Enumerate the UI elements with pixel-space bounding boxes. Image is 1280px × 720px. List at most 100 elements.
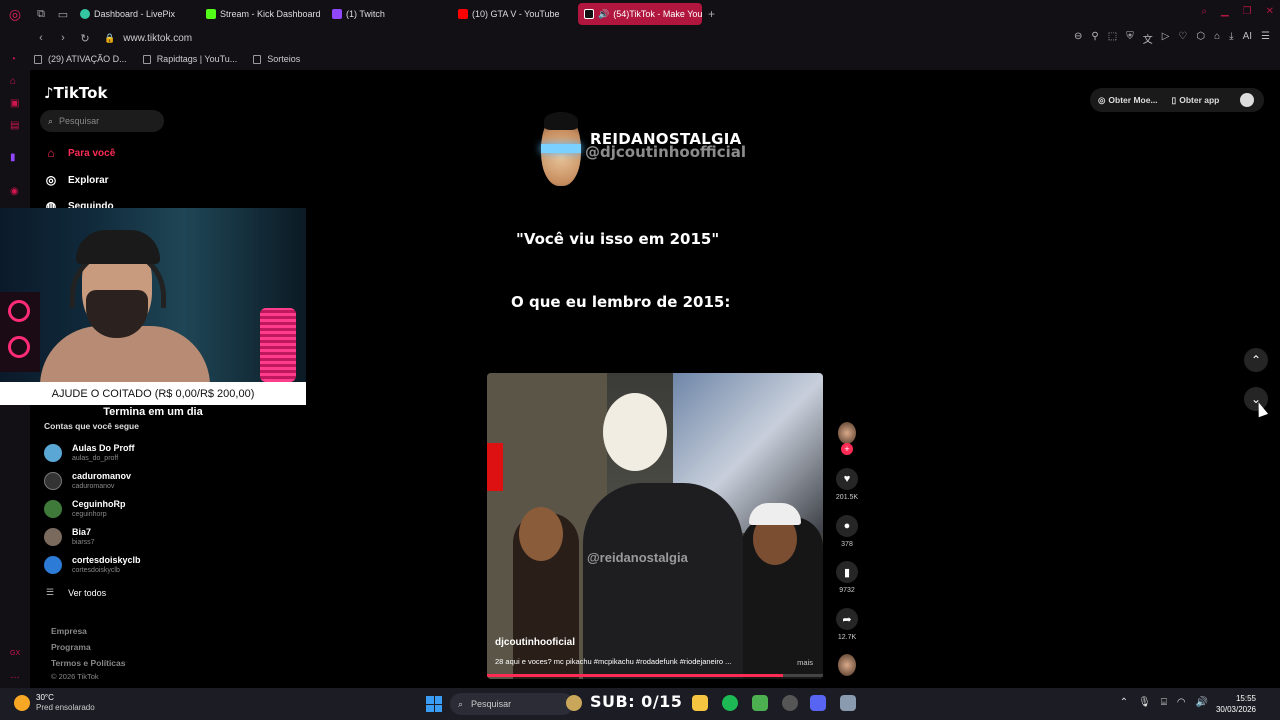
gx-control-icon[interactable]: ◔ [10,54,21,65]
tab-youtube[interactable]: (10) GTA V - YouTube [452,3,576,25]
maximize-icon[interactable]: ❐ [1243,6,1252,17]
url-field[interactable]: www.tiktok.com [123,33,192,44]
gx-corner-icon[interactable]: ⌂ [10,76,21,87]
clock[interactable]: 15:55 30/03/2026 [1216,693,1256,715]
play-icon[interactable]: ▷ [1162,31,1170,46]
search-input[interactable]: ⌕ Pesquisar [40,110,164,132]
followed-account[interactable]: CeguinhoRp ceguinhorp [44,499,126,519]
previous-video-button[interactable]: ⌃ [1244,348,1268,372]
bookmark-item[interactable]: (29) ATIVAÇÃO D... [34,54,127,64]
messenger-icon[interactable]: ▣ [10,98,21,109]
pin-icon[interactable]: ⚲ [1091,31,1098,46]
get-coins-button[interactable]: ◎ Obter Moe... [1098,95,1158,106]
more-icon[interactable]: … [10,670,21,681]
menu-icon[interactable]: ☰ [1261,31,1270,46]
lock-icon[interactable]: 🔒 [104,33,115,44]
search-icon: ⌕ [48,115,54,126]
footer-link[interactable]: Termos e Políticas [51,658,125,668]
video-player[interactable]: @reidanostalgia djcoutinhooficial 28 aqu… [487,373,823,679]
followed-account[interactable]: caduromanov caduromanov [44,471,131,491]
weather-widget[interactable]: 30°C Pred ensolarado [14,693,95,713]
obs-icon[interactable] [782,695,798,711]
tab-twitch[interactable]: (1) Twitch [326,3,450,25]
right-person-cap [749,503,801,525]
bag-icon[interactable]: ⌂ [1214,31,1220,46]
chevron-up-icon[interactable]: ⌃ [1120,697,1128,708]
download-icon[interactable]: ⤓ [1229,31,1233,46]
ai-button[interactable]: AI [1243,31,1252,46]
network-icon[interactable]: ⌸ [1161,697,1167,708]
account-handle: aulas_do_proff [72,455,119,462]
workspace-icon[interactable]: ▭ [52,0,74,28]
bookmark-item[interactable]: Sorteios [253,54,300,64]
compass-icon: ◎ [45,173,57,187]
file-explorer-icon[interactable] [692,695,708,711]
volume-icon[interactable]: 🔊 [1196,697,1208,708]
browser-tab-bar: ◎ ⧉ ▭ Dashboard - LivePix Stream - Kick … [0,0,1280,28]
video-progress[interactable] [487,674,823,677]
tab-livepix[interactable]: Dashboard - LivePix [74,3,198,25]
music-disc-icon[interactable] [838,654,856,676]
following-header: Contas que você segue [44,421,139,431]
tab-kick[interactable]: Stream - Kick Dashboard [200,3,324,25]
account-name: Bia7 [72,527,92,537]
profile-avatar[interactable] [1240,93,1254,107]
gx-label-icon[interactable]: GX [10,650,21,661]
share-action[interactable]: ➦ 12.7K [836,608,858,641]
twitch-sidebar-icon[interactable]: ▮ [10,152,21,163]
new-tab-button[interactable]: + [708,7,715,21]
snapshot-icon[interactable]: ⬚ [1108,31,1117,46]
settings-icon[interactable] [840,695,856,711]
heart-icon[interactable]: ♡ [1178,31,1187,46]
gx-hot-icon[interactable]: ▤ [10,120,21,131]
save-action[interactable]: ▮ 9732 [836,561,858,594]
microphone-icon[interactable]: 🎙 [1138,697,1151,708]
hamburger-widget-icon[interactable] [566,695,582,711]
search-tabs-icon[interactable]: ⌕ [1201,6,1207,17]
discord-icon[interactable] [810,695,826,711]
tab-tiktok[interactable]: 🔊 (54)TikTok - Make You [578,3,702,25]
game-launcher-icon[interactable] [752,695,768,711]
opera-gx-icon[interactable]: ◎ [0,0,30,28]
streamer-webcam [0,208,306,382]
footer-link[interactable]: Programa [51,642,91,652]
like-action[interactable]: ♥ 201.5K [836,468,858,501]
tiktok-logo[interactable]: ♪TikTok [44,84,107,102]
progress-fill [487,674,783,677]
video-author[interactable]: djcoutinhooficial [495,637,575,648]
followed-account[interactable]: Bia7 biarss7 [44,527,95,547]
followed-account[interactable]: cortesdoiskyclb cortesdoiskyclb [44,555,141,575]
center-person [583,483,743,679]
follow-plus-icon[interactable]: + [841,443,853,455]
player-icon[interactable]: ◉ [10,186,21,197]
nav-for-you[interactable]: ⌂ Para você [44,146,115,160]
caption-line-2: O que eu lembro de 2015: [511,293,731,311]
close-icon[interactable]: ✕ [1266,6,1274,17]
extensions-icon[interactable]: ⬡ [1196,31,1205,46]
minimize-icon[interactable]: ▁ [1221,6,1229,17]
bookmark-label: Rapidtags | YouTu... [156,54,238,64]
taskbar-search[interactable]: ⌕ Pesquisar [450,693,574,715]
zoom-icon[interactable]: ⊖ [1074,31,1082,46]
tab-manager-icon[interactable]: ⧉ [30,0,52,28]
wifi-icon[interactable]: ◠ [1177,697,1186,708]
shield-icon[interactable]: ⛨ [1126,31,1134,46]
speaker-icon[interactable]: 🔊 [598,9,609,20]
comment-action[interactable]: ● 378 [836,515,858,548]
nav-label: Para você [68,147,116,159]
back-icon[interactable]: ‹ [32,32,50,44]
nav-explore[interactable]: ◎ Explorar [44,173,109,187]
footer-link[interactable]: Empresa [51,626,87,636]
translate-icon[interactable]: 文 [1143,31,1153,46]
get-app-button[interactable]: ▯ Obter app [1172,95,1220,106]
see-all-link[interactable]: ☰ Ver todos [46,587,106,598]
creator-avatar[interactable] [838,422,856,444]
spotify-icon[interactable] [722,695,738,711]
followed-account[interactable]: Aulas Do Proff aulas_do_proff [44,443,135,463]
reload-icon[interactable]: ↻ [76,32,94,45]
bookmark-item[interactable]: Rapidtags | YouTu... [142,54,238,64]
forward-icon[interactable]: › [54,32,72,44]
more-link[interactable]: mais [797,658,813,667]
tiktok-note-icon: ♪ [44,84,54,102]
start-button[interactable] [426,696,442,712]
